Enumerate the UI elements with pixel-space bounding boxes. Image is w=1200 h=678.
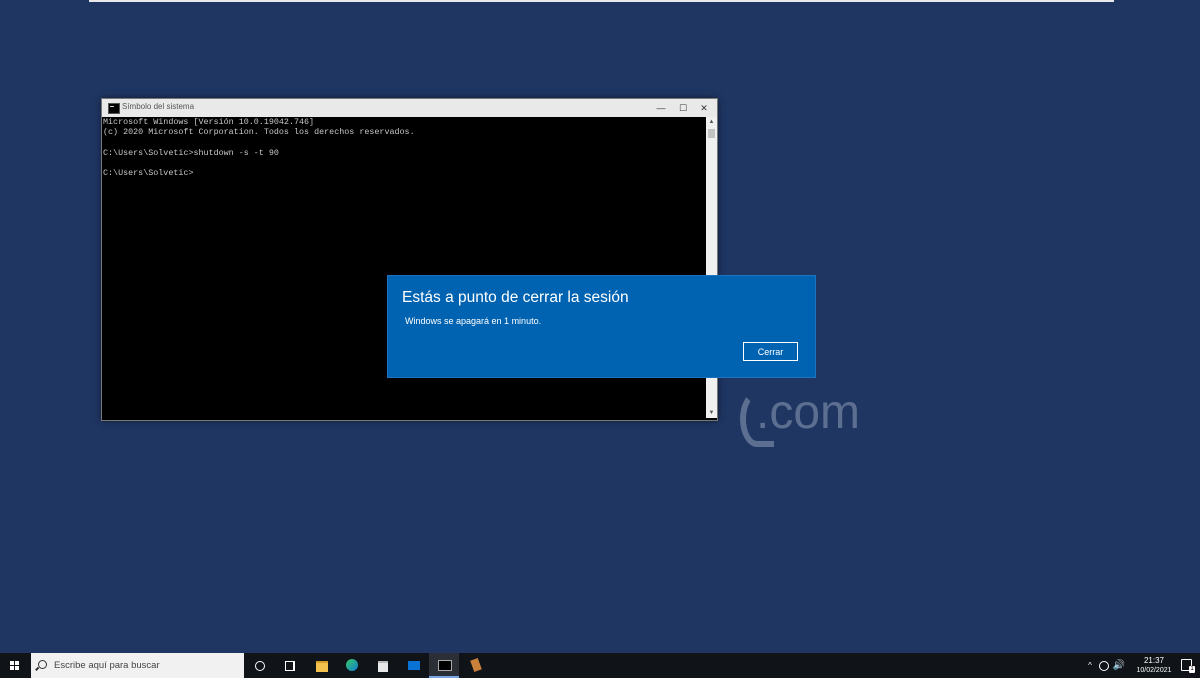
cmd-prompt-line: C:\Users\Solvetic> <box>103 167 194 178</box>
close-button[interactable]: ✕ <box>693 99 715 117</box>
command-prompt-icon[interactable] <box>429 653 459 678</box>
scroll-down-arrow-icon[interactable]: ▼ <box>706 408 717 418</box>
network-icon[interactable] <box>1098 653 1110 678</box>
search-input[interactable]: Escribe aquí para buscar <box>31 653 244 678</box>
task-view-icon[interactable] <box>275 653 305 678</box>
cmd-line: C:\Users\Solvetic>shutdown -s -t 90 <box>103 147 279 158</box>
clock-time: 21:37 <box>1143 656 1165 665</box>
close-dialog-button[interactable]: Cerrar <box>743 342 798 361</box>
search-placeholder: Escribe aquí para buscar <box>54 660 160 671</box>
windows-logo-icon <box>10 661 20 671</box>
chevron-up-icon[interactable]: ^ <box>1084 653 1096 678</box>
start-button[interactable] <box>0 653 30 678</box>
cmd-line <box>103 158 703 168</box>
file-explorer-icon[interactable] <box>307 653 337 678</box>
mail-icon[interactable] <box>399 653 429 678</box>
cmd-line: Microsoft Windows [Versión 10.0.19042.74… <box>103 117 315 127</box>
cmd-titlebar[interactable]: Símbolo del sistema — ☐ ✕ <box>102 99 717 117</box>
scroll-up-arrow-icon[interactable]: ▲ <box>706 117 717 127</box>
tool-icon[interactable] <box>461 653 491 678</box>
volume-icon[interactable]: 🔊 <box>1112 653 1126 678</box>
taskbar: Escribe aquí para buscar ^ 🔊 21:37 10/02… <box>0 653 1200 678</box>
search-icon <box>38 660 47 669</box>
cmd-line: (c) 2020 Microsoft Corporation. Todos lo… <box>103 127 415 138</box>
cmd-app-icon <box>108 103 120 114</box>
maximize-button[interactable]: ☐ <box>672 99 694 117</box>
watermark-text: .com <box>756 386 861 439</box>
shutdown-notification-dialog: Estás a punto de cerrar la sesión Window… <box>388 276 815 377</box>
edge-icon[interactable] <box>337 653 367 678</box>
dialog-message: Windows se apagará en 1 minuto. <box>405 316 542 326</box>
scroll-thumb[interactable] <box>708 129 715 138</box>
clock-date: 10/02/2021 <box>1136 667 1172 674</box>
clock[interactable]: 21:37 10/02/2021 <box>1130 655 1178 676</box>
cmd-window-title: Símbolo del sistema <box>122 102 195 111</box>
store-icon[interactable] <box>368 653 398 678</box>
top-border-line <box>89 0 1114 2</box>
notification-count-badge: 1 <box>1189 666 1195 673</box>
minimize-button[interactable]: — <box>650 99 672 117</box>
dialog-title: Estás a punto de cerrar la sesión <box>402 289 629 306</box>
cortana-icon[interactable] <box>245 653 275 678</box>
cmd-line <box>103 137 703 147</box>
